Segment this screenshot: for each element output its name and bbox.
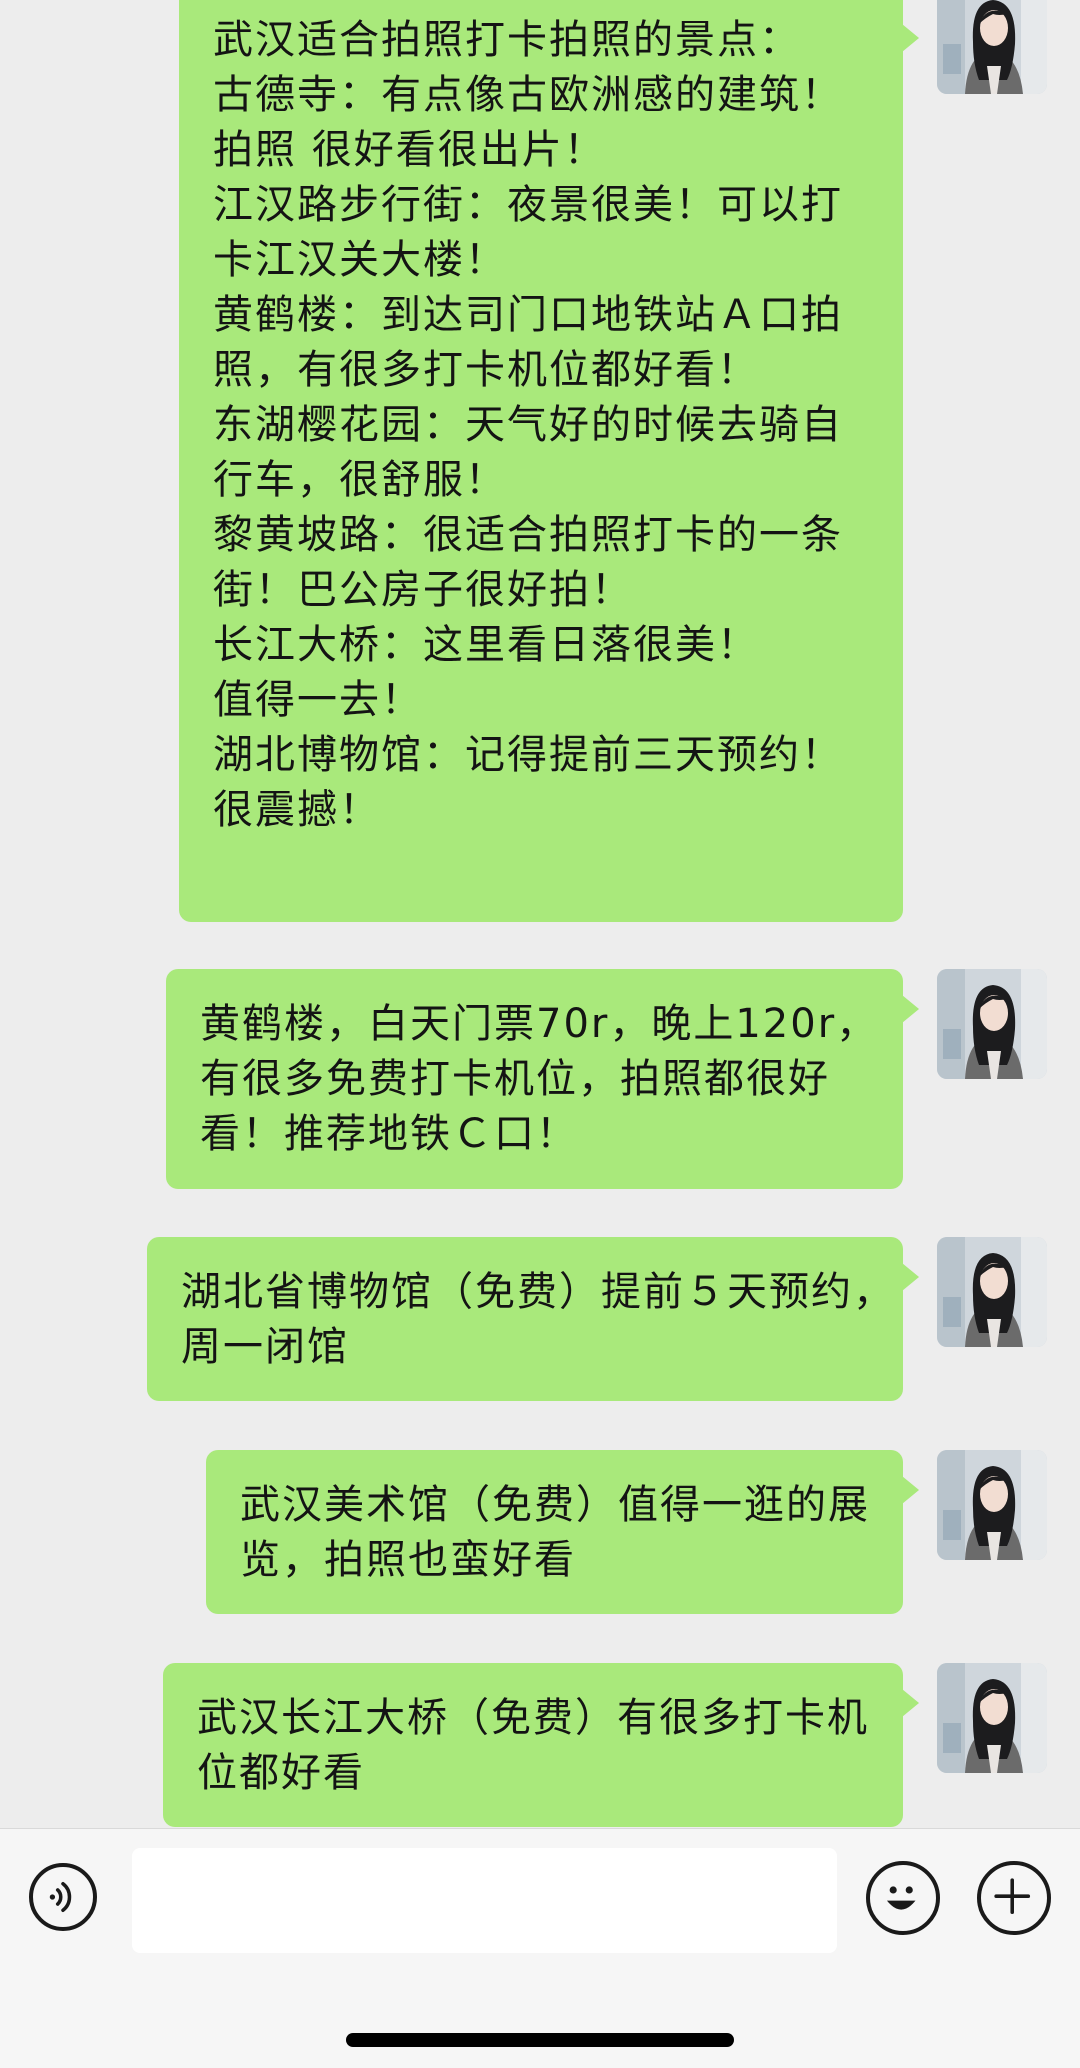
message-line: 黎黄坡路：很适合拍照打卡的一条 — [213, 512, 843, 558]
avatar[interactable] — [937, 0, 1047, 94]
message-line: 黄鹤楼，白天门票70r，晚上120r， — [200, 1001, 879, 1047]
chat-area: 武汉适合拍照打卡拍照的景点： 古德寺：有点像古欧洲感的建筑！ 拍照 很好看很出片… — [0, 0, 1080, 1828]
input-bar — [0, 1828, 1080, 2068]
message-line: 黄鹤楼：到达司门口地铁站Ａ口拍 — [213, 292, 843, 338]
voice-button[interactable] — [29, 1863, 97, 1931]
bubble-tail — [902, 995, 919, 1023]
avatar[interactable] — [937, 969, 1047, 1079]
emoji-button[interactable] — [866, 1861, 940, 1935]
bubble-tail — [902, 24, 919, 52]
bubble-tail — [902, 1263, 919, 1291]
message-line: 湖北博物馆：记得提前三天预约！ — [213, 732, 843, 778]
plus-button[interactable] — [977, 1861, 1051, 1935]
message-bubble[interactable]: 武汉美术馆（免费）值得一逛的展 览，拍照也蛮好看 — [206, 1450, 919, 1614]
voice-icon — [49, 1882, 72, 1912]
message-line: 街！巴公房子很好拍！ — [213, 567, 633, 613]
avatar[interactable] — [937, 1237, 1047, 1347]
message-bubble[interactable]: 武汉长江大桥（免费）有很多打卡机 位都好看 — [163, 1663, 919, 1827]
bubble-tail — [902, 1689, 919, 1717]
message-bubble[interactable]: 湖北省博物馆（免费）提前５天预约， 周一闭馆 — [147, 1237, 919, 1401]
message-line: 有很多免费打卡机位，拍照都很好 — [200, 1056, 830, 1102]
message-line: 位都好看 — [197, 1750, 365, 1796]
emoji-icon — [886, 1886, 916, 1910]
avatar[interactable] — [937, 1450, 1047, 1560]
message-line: 览，拍照也蛮好看 — [240, 1537, 576, 1583]
message-line: 武汉长江大桥（免费）有很多打卡机 — [197, 1695, 869, 1741]
message-bubble[interactable]: 武汉适合拍照打卡拍照的景点： 古德寺：有点像古欧洲感的建筑！ 拍照 很好看很出片… — [179, 0, 919, 922]
message-line: 值得一去！ — [213, 677, 423, 723]
message-line: 武汉美术馆（免费）值得一逛的展 — [240, 1482, 870, 1528]
message-bubble[interactable]: 黄鹤楼，白天门票70r，晚上120r， 有很多免费打卡机位，拍照都很好 看！推荐… — [166, 969, 919, 1189]
bubble-tail — [902, 1476, 919, 1504]
message-line: 卡江汉关大楼！ — [213, 237, 507, 283]
message-line: 湖北省博物馆（免费）提前５天预约， — [181, 1269, 895, 1315]
message-line: 武汉适合拍照打卡拍照的景点： — [213, 17, 801, 63]
message-input[interactable] — [132, 1848, 837, 1953]
message-line: 长江大桥：这里看日落很美！ — [213, 622, 759, 668]
message-line: 照，有很多打卡机位都好看！ — [213, 347, 759, 393]
message-line: 看！推荐地铁Ｃ口！ — [200, 1111, 578, 1157]
home-indicator[interactable] — [346, 2033, 734, 2047]
message-line: 很震撼！ — [213, 787, 381, 833]
message-line: 古德寺：有点像古欧洲感的建筑！ — [213, 72, 843, 118]
avatar[interactable] — [937, 1663, 1047, 1773]
plus-icon — [994, 1878, 1031, 1915]
message-line: 东湖樱花园：天气好的时候去骑自 — [213, 402, 843, 448]
message-line: 周一闭馆 — [181, 1324, 349, 1370]
message-line: 江汉路步行街：夜景很美！可以打 — [213, 182, 843, 228]
message-line: 行车，很舒服！ — [213, 457, 507, 503]
message-line: 拍照 很好看很出片！ — [213, 127, 606, 173]
